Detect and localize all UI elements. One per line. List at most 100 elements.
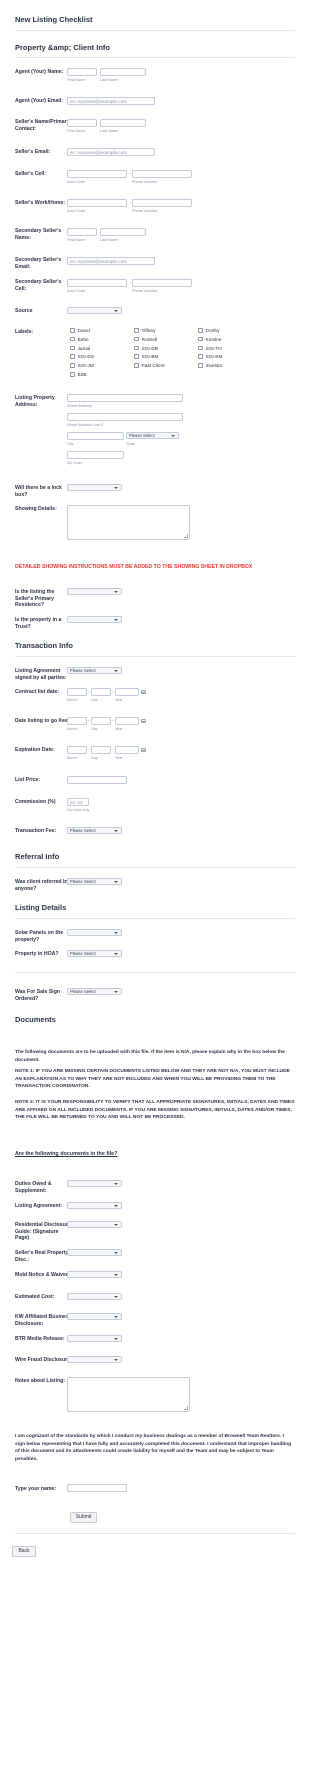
primary-residence-select[interactable] [67,588,122,595]
checkbox[interactable] [198,363,203,368]
seller-first-name-input[interactable] [67,119,97,127]
agreement-signed-label: Listing Agreement signed by all parties: [15,668,67,681]
residential-disclosure-select[interactable] [67,1221,122,1228]
label-option-tiffany[interactable]: Tiffany [134,328,156,334]
source-select[interactable] [67,307,122,314]
agent-first-name-input[interactable] [67,68,97,76]
label-option-past-client[interactable]: Past Client [134,363,165,369]
lock-box-select[interactable] [67,484,122,491]
real-property-disc-select[interactable] [67,1249,122,1256]
divider [15,867,295,868]
checkbox[interactable] [134,363,139,368]
go-live-label: Date listing to go live: [15,718,69,724]
secondary-last-name-input[interactable] [100,228,146,236]
go-live-day-input[interactable] [91,717,111,725]
checkbox[interactable] [134,328,139,333]
kw-affiliated-select[interactable] [67,1313,122,1320]
notes-textarea[interactable] [67,1377,190,1412]
checkbox[interactable] [198,336,203,342]
transaction-fee-select[interactable]: Please Select [67,827,122,834]
label-option-soi-db[interactable]: SOI-DB [134,345,158,352]
agreement-signed-select[interactable]: Please Select [67,667,122,674]
checkbox[interactable] [70,345,75,351]
seller-cell-number-input[interactable] [132,170,192,178]
secondary-email-input[interactable] [67,257,155,265]
expiration-year-input[interactable] [115,746,139,754]
label-option-dorthy[interactable]: Dorthy [198,328,220,334]
checkbox[interactable] [198,345,203,351]
list-price-input[interactable] [67,776,127,784]
secondary-cell-area-code-input[interactable] [67,279,127,287]
checkbox[interactable] [70,336,75,342]
expiration-month-input[interactable] [67,746,87,754]
btr-media-select[interactable] [67,1335,122,1342]
street-address-2-input[interactable] [67,413,183,421]
checkbox[interactable] [134,336,139,342]
seller-work-area-code-input[interactable] [67,199,127,207]
seller-cell-area-code-input[interactable] [67,170,127,178]
label-option-kristine[interactable]: Kristine [198,336,222,343]
mold-select[interactable] [67,1271,122,1278]
go-live-year-input[interactable] [115,717,139,725]
secondary-first-name-input[interactable] [67,228,97,236]
checkbox[interactable] [70,328,75,333]
trust-label: Is the property in a Trust? [15,617,62,630]
label-option-soi-th[interactable]: SOI-TH [198,345,222,352]
phone-separator: - [129,280,131,286]
zip-input[interactable] [67,451,124,459]
seller-email-input[interactable] [67,148,155,156]
label-option-soi-bm[interactable]: SOI-BM [134,354,159,360]
city-input[interactable] [67,432,124,440]
label-option-b2b[interactable]: B2B [70,372,87,378]
label-option-soi-ds[interactable]: SOI-DS [70,354,94,360]
calendar-icon[interactable] [141,690,146,694]
lock-box-label: Will there be a lock box? [15,485,62,498]
label-option-david[interactable]: David [70,328,90,334]
label-option-investor[interactable]: Investor [198,363,223,369]
showing-details-textarea[interactable] [67,505,190,540]
label-option-soi-km[interactable]: SOI-KM [198,354,223,360]
go-live-month-input[interactable] [67,717,87,725]
first-name-sublabel: First Name [67,78,86,82]
calendar-icon[interactable] [141,748,146,752]
seller-work-number-input[interactable] [132,199,192,207]
commission-input[interactable] [67,798,89,806]
checkbox[interactable] [134,345,139,351]
wire-fraud-select[interactable] [67,1356,122,1363]
showing-details-label: Showing Details: [15,506,57,512]
label-option-russell[interactable]: Russell [134,336,157,343]
estimated-cost-select[interactable] [67,1293,122,1300]
label-option-bebe[interactable]: Bebe [70,336,89,343]
checkbox[interactable] [134,354,139,359]
state-select[interactable]: Please Select [126,432,179,439]
seller-last-name-input[interactable] [100,119,146,127]
checkbox[interactable] [198,354,203,359]
solar-select[interactable] [67,929,122,936]
agent-last-name-input[interactable] [100,68,146,76]
duties-owed-select[interactable] [67,1180,122,1187]
checkbox[interactable] [70,354,75,359]
expiration-day-input[interactable] [91,746,111,754]
listing-agreement-select[interactable] [67,1202,122,1209]
contract-day-input[interactable] [91,688,111,696]
hoa-select[interactable]: Please Select [67,950,122,957]
section-title-transaction: Transaction Info [15,641,73,650]
label-option-text: Bebe [77,337,89,343]
label-option-soi-jm[interactable]: SOI-JM [70,363,94,369]
checkbox[interactable] [198,328,203,333]
trust-select[interactable] [67,616,122,623]
contract-year-input[interactable] [115,688,139,696]
checkbox[interactable] [70,372,75,377]
agent-email-input[interactable] [67,97,155,105]
referred-select[interactable]: Please Select [67,878,122,885]
back-button[interactable]: Back [12,1546,36,1557]
type-name-input[interactable] [67,1484,127,1492]
checkbox[interactable] [70,363,75,368]
calendar-icon[interactable] [141,719,146,723]
label-option-jamal[interactable]: Jamal [70,345,90,352]
submit-button[interactable]: Submit [70,1512,97,1523]
secondary-cell-number-input[interactable] [132,279,192,287]
street-address-input[interactable] [67,394,183,402]
contract-month-input[interactable] [67,688,87,696]
sign-select[interactable]: Please Select [67,988,122,995]
